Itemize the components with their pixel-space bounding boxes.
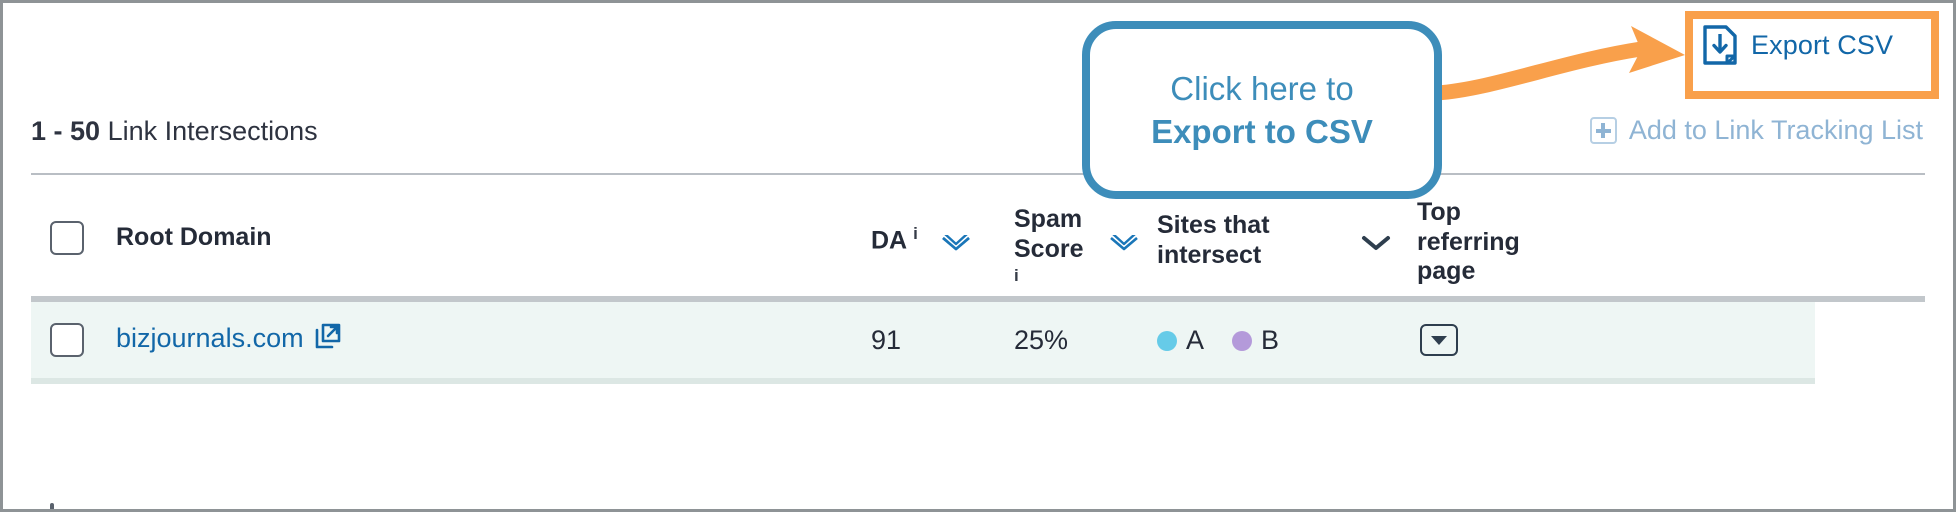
column-header-top-referring-page: Top referring page [1417,198,1567,287]
results-range: 1 - 50 [31,116,101,146]
results-label: Link Intersections [107,116,318,146]
cell-da: 91 [871,325,902,355]
site-label-b: B [1261,325,1280,355]
row-divider [31,378,1815,384]
external-link-icon[interactable] [315,323,341,354]
header-divider [31,173,1925,175]
column-header-sites-that-intersect: Sites that intersect [1157,211,1357,270]
annotation-callout: Click here to Export to CSV [1082,21,1442,199]
cell-spam-score: 25% [1014,325,1069,355]
site-dot-b [1232,330,1253,351]
site-label-a: A [1186,325,1205,355]
sort-chevron-sites-that-intersect-icon[interactable] [1361,234,1391,252]
cell-sites-that-intersect: A B [1157,325,1279,356]
checkbox-box[interactable] [50,221,84,255]
column-header-da: DA i [871,224,918,256]
info-icon-da[interactable]: i [913,224,918,243]
column-label-root-domain: Root Domain [116,223,272,251]
sort-chevron-spam-score-icon[interactable] [1109,233,1139,253]
row-select-checkbox[interactable] [50,323,84,357]
sort-chevron-da-icon[interactable] [941,233,971,253]
table-header: Root Domain DA i Spam Score i Sites that i… [31,195,1925,295]
callout-line-2: Export to CSV [1151,113,1373,150]
results-counter: 1 - 50 Link Intersections [31,116,318,147]
checkbox-box[interactable] [50,503,54,509]
table-row[interactable]: bizjournals.com 91 25% A B [31,302,1815,378]
caret-down-icon [1431,335,1447,345]
column-label-top-referring-page: Top referring page [1417,198,1520,285]
annotation-highlight-box [1685,11,1939,99]
link-intersections-panel: Export CSV 1 - 50 Link Intersections Add… [0,0,1956,512]
checkbox-box[interactable] [50,323,84,357]
root-domain-link[interactable]: bizjournals.com [116,323,341,354]
row-actions-menu-button[interactable] [1420,324,1458,356]
site-dot-a [1157,330,1177,351]
column-header-root-domain: Root Domain [116,223,272,253]
callout-line-1: Click here to [1170,69,1354,107]
select-all-checkbox[interactable] [50,221,84,255]
column-label-da: DA [871,226,908,255]
annotation-arrow [1429,26,1685,101]
info-icon-spam-score[interactable]: i [1014,266,1134,286]
column-label-sites-that-intersect: Sites that intersect [1157,211,1270,269]
root-domain-label: bizjournals.com [116,323,304,353]
next-row-select-checkbox[interactable] [50,503,54,509]
